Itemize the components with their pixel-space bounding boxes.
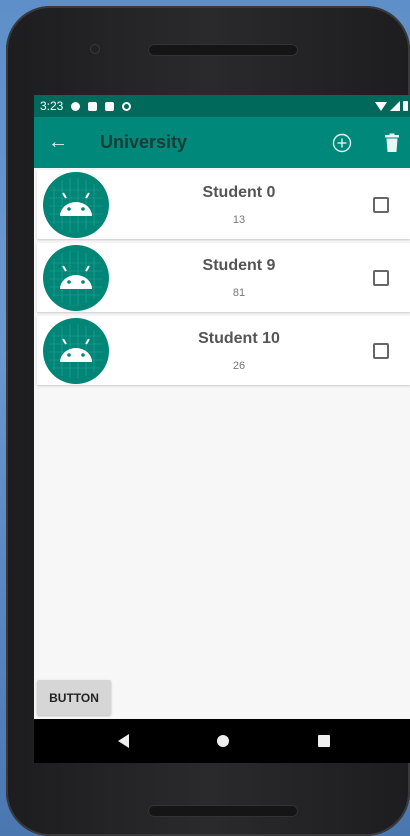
- gear-icon: [71, 101, 81, 111]
- top-speaker: [148, 44, 298, 56]
- status-time: 3:23: [40, 99, 64, 113]
- android-avatar-icon: [43, 172, 109, 238]
- student-name: Student 10: [198, 330, 280, 347]
- student-value: 81: [232, 287, 246, 299]
- student-checkbox[interactable]: [373, 270, 389, 286]
- cell-signal-icon: [390, 101, 400, 111]
- add-circle-icon[interactable]: [332, 133, 352, 153]
- bottom-speaker: [148, 805, 298, 817]
- shield-icon: [88, 101, 98, 111]
- arrow-left-icon[interactable]: ←: [48, 131, 88, 154]
- student-checkbox[interactable]: [373, 343, 389, 359]
- student-name: Student 0: [202, 184, 276, 201]
- student-value: 13: [232, 214, 246, 226]
- device-screen: 3:23 ← University Student 0 13 Student 9…: [34, 95, 410, 763]
- back-icon[interactable]: [118, 734, 130, 748]
- phone-frame: 3:23 ← University Student 0 13 Student 9…: [6, 6, 410, 836]
- android-avatar-icon: [43, 318, 109, 384]
- student-name: Student 9: [202, 257, 276, 274]
- app-title: University: [100, 132, 188, 152]
- wifi-icon: [375, 101, 387, 111]
- app-bar: ← University: [34, 117, 410, 168]
- student-list: Student 0 13 Student 9 81 Student 10 26: [34, 168, 410, 385]
- home-icon[interactable]: [217, 735, 230, 747]
- recents-icon[interactable]: [317, 735, 330, 747]
- bottom-button[interactable]: BUTTON: [37, 680, 111, 715]
- battery-icon: [403, 101, 408, 111]
- list-item[interactable]: Student 9 81: [37, 243, 410, 312]
- status-bar: 3:23: [34, 95, 410, 117]
- front-camera: [90, 44, 100, 54]
- sd-card-icon: [105, 101, 115, 111]
- trash-icon[interactable]: [384, 133, 400, 153]
- list-item[interactable]: Student 0 13: [37, 170, 410, 239]
- android-avatar-icon: [43, 245, 109, 311]
- student-checkbox[interactable]: [373, 197, 389, 213]
- sync-icon: [122, 101, 132, 111]
- system-nav-bar: [34, 719, 410, 763]
- student-value: 26: [232, 360, 246, 372]
- list-item[interactable]: Student 10 26: [37, 316, 410, 385]
